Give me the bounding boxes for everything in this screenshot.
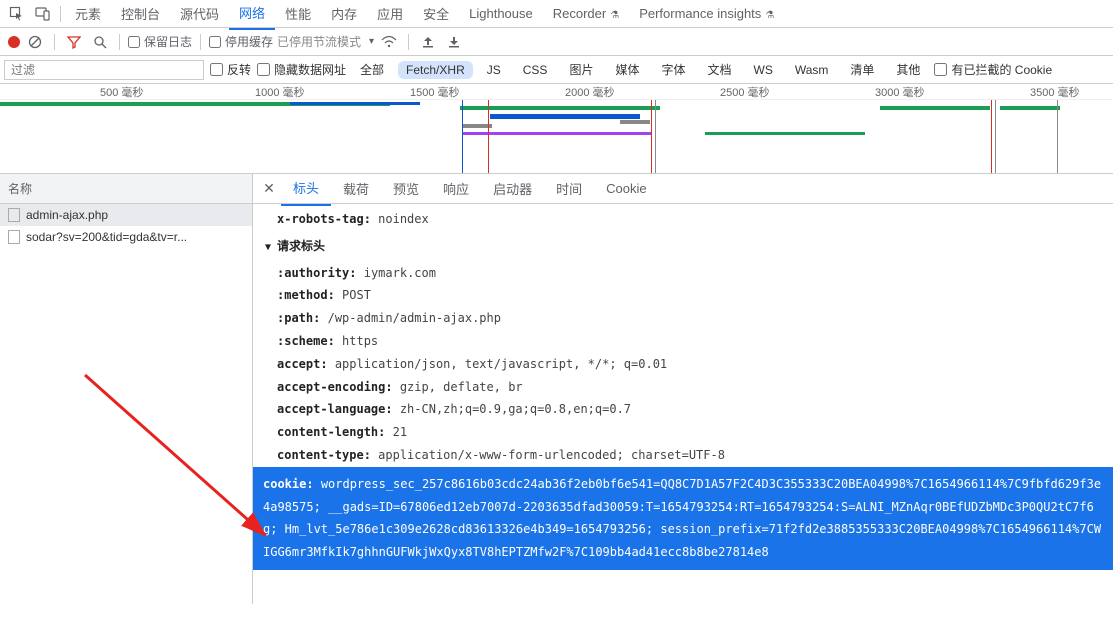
request-name: admin-ajax.php <box>26 208 108 222</box>
dtab-initiator[interactable]: 启动器 <box>481 174 544 205</box>
tab-memory[interactable]: 内存 <box>321 0 367 29</box>
network-toolbar: 保留日志 停用缓存 已停用节流模式 ▾ <box>0 28 1113 56</box>
header-accept-encoding: accept-encoding: gzip, deflate, br <box>265 376 1101 399</box>
filter-input[interactable] <box>4 60 204 80</box>
tab-perf-insights[interactable]: Performance insights⚗ <box>629 0 784 27</box>
dtab-response[interactable]: 响应 <box>431 174 481 205</box>
timeline-tick: 2000 毫秒 <box>565 84 615 100</box>
close-icon[interactable]: ✕ <box>257 180 281 197</box>
filter-ws[interactable]: WS <box>746 61 781 79</box>
flask-icon: ⚗ <box>765 10 774 21</box>
request-details: ✕ 标头 载荷 预览 响应 启动器 时间 Cookie x-robots-tag… <box>253 174 1113 604</box>
tab-performance[interactable]: 性能 <box>275 0 321 29</box>
header-authority: :authority: iymark.com <box>265 262 1101 285</box>
timeline-tick: 3500 毫秒 <box>1030 84 1080 100</box>
dtab-timing[interactable]: 时间 <box>544 174 594 205</box>
tab-elements[interactable]: 元素 <box>65 0 111 29</box>
blocked-cookies-checkbox[interactable]: 有已拦截的 Cookie <box>934 61 1052 78</box>
download-icon[interactable] <box>443 31 465 53</box>
tab-console[interactable]: 控制台 <box>111 0 170 29</box>
invert-checkbox[interactable]: 反转 <box>210 61 251 78</box>
file-icon <box>8 208 20 222</box>
tab-network[interactable]: 网络 <box>229 0 275 30</box>
header-path: :path: /wp-admin/admin-ajax.php <box>265 307 1101 330</box>
filter-media[interactable]: 媒体 <box>607 59 647 80</box>
header-content-type: content-type: application/x-www-form-url… <box>265 444 1101 467</box>
header-scheme: :scheme: https <box>265 330 1101 353</box>
disable-cache-checkbox[interactable]: 停用缓存 <box>209 33 273 50</box>
divider <box>200 34 201 50</box>
divider <box>54 34 55 50</box>
header-accept-language: accept-language: zh-CN,zh;q=0.9,ga;q=0.8… <box>265 398 1101 421</box>
device-toggle-icon[interactable] <box>30 1 56 27</box>
header-xrobots: x-robots-tag: noindex <box>265 208 1101 231</box>
timeline-tick: 3000 毫秒 <box>875 84 925 100</box>
tab-lighthouse[interactable]: Lighthouse <box>459 0 543 27</box>
tab-sources[interactable]: 源代码 <box>170 0 229 29</box>
dtab-payload[interactable]: 载荷 <box>331 174 381 205</box>
divider <box>119 34 120 50</box>
filter-icon[interactable] <box>63 31 85 53</box>
timeline-bars <box>0 100 1113 174</box>
timeline-overview[interactable]: 500 毫秒 1000 毫秒 1500 毫秒 2000 毫秒 2500 毫秒 3… <box>0 84 1113 174</box>
filter-all[interactable]: 全部 <box>352 59 392 80</box>
inspect-icon[interactable] <box>4 1 30 27</box>
filter-css[interactable]: CSS <box>515 61 556 79</box>
clear-icon[interactable] <box>24 31 46 53</box>
request-list-header[interactable]: 名称 <box>0 174 252 204</box>
headers-panel[interactable]: x-robots-tag: noindex 请求标头 :authority: i… <box>253 204 1113 604</box>
record-button[interactable] <box>8 36 20 48</box>
filter-other[interactable]: 其他 <box>888 59 928 80</box>
timeline-tick: 500 毫秒 <box>100 84 143 100</box>
wifi-icon[interactable] <box>378 31 400 53</box>
timeline-ruler: 500 毫秒 1000 毫秒 1500 毫秒 2000 毫秒 2500 毫秒 3… <box>0 84 1113 100</box>
filter-manifest[interactable]: 清单 <box>842 59 882 80</box>
upload-icon[interactable] <box>417 31 439 53</box>
request-name: sodar?sv=200&tid=gda&tv=r... <box>26 230 187 244</box>
header-cookie-highlighted[interactable]: cookie: wordpress_sec_257c8616b03cdc24ab… <box>253 467 1113 570</box>
filter-row: 反转 隐藏数据网址 全部 Fetch/XHR JS CSS 图片 媒体 字体 文… <box>0 56 1113 84</box>
filter-doc[interactable]: 文档 <box>699 59 739 80</box>
tab-recorder[interactable]: Recorder⚗ <box>543 0 629 27</box>
network-main: 名称 admin-ajax.php sodar?sv=200&tid=gda&t… <box>0 174 1113 604</box>
filter-wasm[interactable]: Wasm <box>787 61 837 79</box>
timeline-tick: 1000 毫秒 <box>255 84 305 100</box>
request-headers-section[interactable]: 请求标头 <box>265 235 1101 258</box>
details-tabs: ✕ 标头 载荷 预览 响应 启动器 时间 Cookie <box>253 174 1113 204</box>
header-accept: accept: application/json, text/javascrip… <box>265 353 1101 376</box>
header-method: :method: POST <box>265 284 1101 307</box>
request-list: 名称 admin-ajax.php sodar?sv=200&tid=gda&t… <box>0 174 253 604</box>
filter-fetch-xhr[interactable]: Fetch/XHR <box>398 61 473 79</box>
dtab-cookies[interactable]: Cookie <box>594 174 658 203</box>
request-item[interactable]: sodar?sv=200&tid=gda&tv=r... <box>0 226 252 248</box>
devtools-main-tabs: 元素 控制台 源代码 网络 性能 内存 应用 安全 Lighthouse Rec… <box>0 0 1113 28</box>
hide-data-checkbox[interactable]: 隐藏数据网址 <box>257 61 346 78</box>
timeline-tick: 1500 毫秒 <box>410 84 460 100</box>
search-icon[interactable] <box>89 31 111 53</box>
header-content-length: content-length: 21 <box>265 421 1101 444</box>
flask-icon: ⚗ <box>610 10 619 21</box>
divider <box>408 34 409 50</box>
timeline-tick: 2500 毫秒 <box>720 84 770 100</box>
tab-application[interactable]: 应用 <box>367 0 413 29</box>
dtab-headers[interactable]: 标头 <box>281 174 331 206</box>
request-item[interactable]: admin-ajax.php <box>0 204 252 226</box>
filter-font[interactable]: 字体 <box>653 59 693 80</box>
tab-security[interactable]: 安全 <box>413 0 459 29</box>
preserve-log-checkbox[interactable]: 保留日志 <box>128 33 192 50</box>
throttling-label[interactable]: 已停用节流模式 <box>277 33 361 50</box>
filter-js[interactable]: JS <box>479 61 509 79</box>
divider <box>60 6 61 22</box>
chevron-down-icon[interactable]: ▾ <box>369 36 374 47</box>
dtab-preview[interactable]: 预览 <box>381 174 431 205</box>
filter-img[interactable]: 图片 <box>561 59 601 80</box>
file-icon <box>8 230 20 244</box>
